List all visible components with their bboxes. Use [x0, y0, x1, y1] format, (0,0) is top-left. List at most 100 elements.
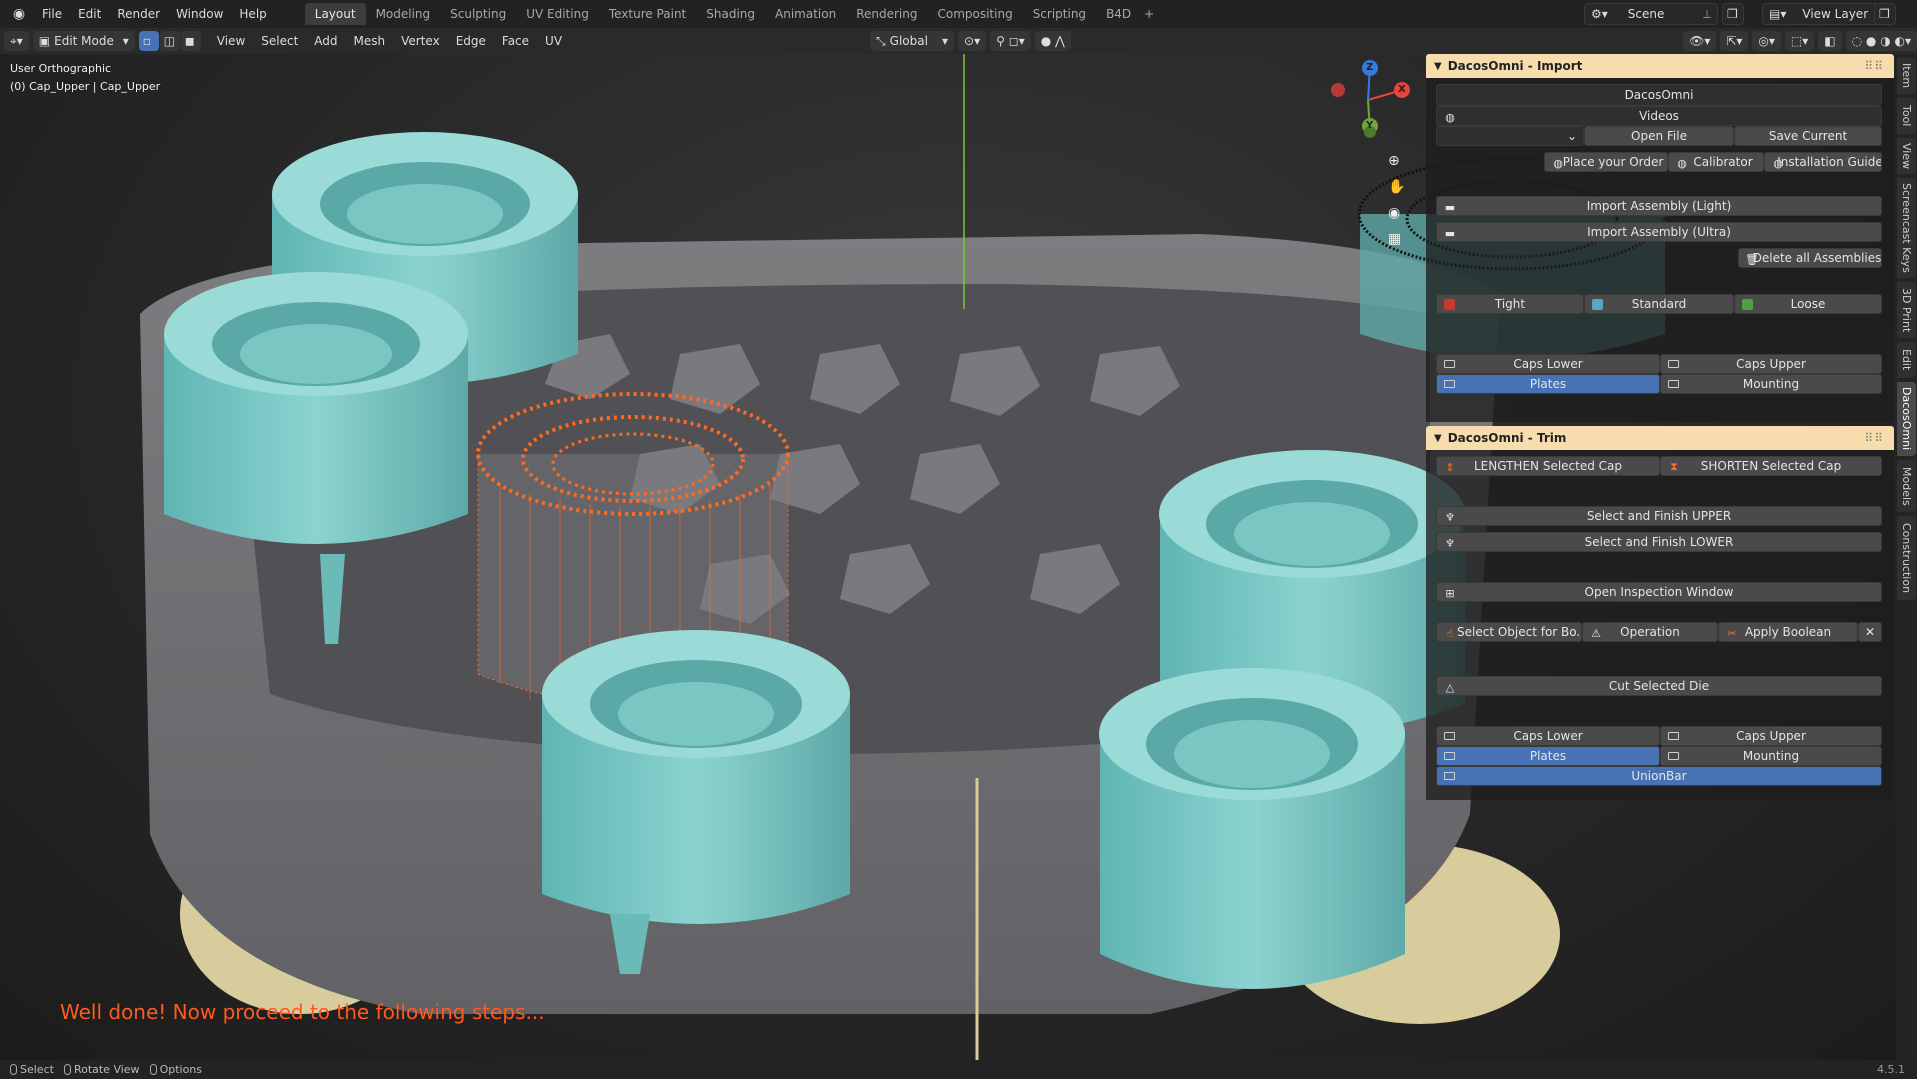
import-light-button[interactable]: ▬ Import Assembly (Light) — [1436, 196, 1882, 216]
face-select-icon[interactable]: ◼ — [180, 31, 201, 51]
add-workspace-icon[interactable]: + — [1141, 7, 1157, 21]
transform-orientation-selector[interactable]: ⤡ Global ▾ — [870, 31, 955, 51]
zoom-icon[interactable]: ⊕ — [1388, 148, 1405, 174]
select-object-boolean[interactable]: ☝ Select Object for Bo... — [1436, 622, 1582, 642]
pin-icon[interactable]: ⟂ — [1703, 7, 1711, 22]
tab-modeling[interactable]: Modeling — [366, 3, 441, 25]
scene-selector[interactable]: ⚙▾ Scene ⟂ — [1584, 3, 1718, 25]
menu-help[interactable]: Help — [231, 0, 274, 28]
tab-tool[interactable]: Tool — [1897, 98, 1916, 134]
menu-view[interactable]: View — [209, 34, 253, 48]
mesh-overlay-icon[interactable]: ⬚▾ — [1784, 31, 1815, 51]
tab-item[interactable]: Item — [1897, 58, 1916, 94]
menu-file[interactable]: File — [34, 0, 70, 28]
cut-die-button[interactable]: △ Cut Selected Die — [1436, 676, 1882, 696]
tab-3d-print[interactable]: 3D Print — [1897, 282, 1916, 338]
tab-view[interactable]: View — [1897, 138, 1916, 174]
inspection-window-button[interactable]: ⊞ Open Inspection Window — [1436, 582, 1882, 602]
shading-modes-icon[interactable]: ◌ ● ◑ ◐▾ — [1845, 31, 1917, 51]
tab-b4d[interactable]: B4D — [1096, 3, 1141, 25]
import-panel-header[interactable]: ▼ DacosOmni - Import ⠿⠿ — [1426, 54, 1894, 78]
tab-edit[interactable]: Edit — [1897, 342, 1916, 378]
dacosomni-button[interactable]: DacosOmni — [1436, 84, 1882, 106]
view-layer-selector[interactable]: ▤▾ View Layer — [1762, 3, 1888, 25]
lengthen-cap-button[interactable]: ⇕ LENGTHEN Selected Cap — [1436, 456, 1660, 476]
tab-construction[interactable]: Construction — [1897, 516, 1916, 600]
tab-sculpting[interactable]: Sculpting — [440, 3, 516, 25]
snap-icon[interactable]: ⚲ ◻▾ — [990, 31, 1031, 51]
tab-rendering[interactable]: Rendering — [846, 3, 927, 25]
import-ultra-button[interactable]: ▬ Import Assembly (Ultra) — [1436, 222, 1882, 242]
installation-guide-button[interactable]: ◍ Installation Guide — [1764, 152, 1882, 172]
fit-loose-button[interactable]: Loose — [1734, 294, 1882, 314]
mode-selector[interactable]: ▣ Edit Mode ▾ — [32, 31, 135, 51]
tab-compositing[interactable]: Compositing — [927, 3, 1022, 25]
new-view-layer-icon[interactable]: ❐ — [1874, 3, 1896, 25]
editor-type-icon[interactable]: ⌖▾ — [4, 31, 29, 51]
vertex-select-icon[interactable]: ▫ — [138, 31, 159, 51]
toggle-mounting[interactable]: Mounting — [1660, 374, 1882, 394]
camera-icon[interactable]: ◉ — [1388, 200, 1405, 226]
menu-select[interactable]: Select — [253, 34, 306, 48]
fit-tight-button[interactable]: Tight — [1436, 294, 1584, 314]
tab-scripting[interactable]: Scripting — [1023, 3, 1096, 25]
menu-face[interactable]: Face — [494, 34, 537, 48]
menu-window[interactable]: Window — [168, 0, 231, 28]
visibility-icon[interactable]: 👁▾ — [1683, 31, 1717, 51]
tab-dacosomni[interactable]: DacosOmni — [1897, 382, 1916, 456]
toggle-caps-lower[interactable]: Caps Lower — [1436, 354, 1660, 374]
menu-edit[interactable]: Edit — [70, 0, 109, 28]
finish-lower-button[interactable]: ♆ Select and Finish LOWER — [1436, 532, 1882, 552]
tab-layout[interactable]: Layout — [304, 3, 366, 25]
shorten-cap-button[interactable]: ⧗ SHORTEN Selected Cap — [1660, 456, 1882, 476]
pivot-icon[interactable]: ⊙▾ — [958, 31, 987, 51]
navigation-gizmo[interactable]: X Z Y — [1330, 60, 1410, 140]
menu-render[interactable]: Render — [109, 0, 168, 28]
open-file-button[interactable]: Open File — [1584, 126, 1734, 146]
grid-icon[interactable]: ▦ — [1388, 226, 1405, 252]
calibrator-button[interactable]: ◍ Calibrator — [1668, 152, 1764, 172]
hand-icon[interactable]: ✋ — [1388, 174, 1405, 200]
menu-vertex[interactable]: Vertex — [393, 34, 448, 48]
delete-all-button[interactable]: 🗑 Delete all Assemblies — [1738, 248, 1882, 268]
blender-logo-icon[interactable]: ◉ — [10, 5, 28, 23]
proportional-edit-icon[interactable]: ● ⋀ — [1034, 31, 1071, 51]
xray-icon[interactable]: ◧ — [1818, 31, 1842, 51]
drag-grip-icon[interactable]: ⠿⠿ — [1864, 431, 1884, 445]
menu-add[interactable]: Add — [306, 34, 345, 48]
fit-standard-button[interactable]: Standard — [1584, 294, 1734, 314]
trim-toggle-mounting[interactable]: Mounting — [1660, 746, 1882, 766]
tab-texture-paint[interactable]: Texture Paint — [599, 3, 696, 25]
toggle-plates[interactable]: Plates — [1436, 374, 1660, 394]
menu-edge[interactable]: Edge — [448, 34, 494, 48]
file-dropdown[interactable]: ⌄ — [1436, 126, 1584, 146]
gizmo-toggle-icon[interactable]: ⇱▾ — [1720, 31, 1749, 51]
trim-toggle-caps-lower[interactable]: Caps Lower — [1436, 726, 1660, 746]
videos-button[interactable]: ◍ Videos — [1436, 106, 1882, 126]
menu-uv[interactable]: UV — [537, 34, 570, 48]
edit-mode-icon: ▣ — [38, 34, 51, 48]
import-light-label: Import Assembly (Light) — [1586, 199, 1732, 213]
save-current-button[interactable]: Save Current — [1734, 126, 1882, 146]
monitor-icon — [1668, 732, 1679, 740]
overlay-toggle-icon[interactable]: ◎▾ — [1752, 31, 1781, 51]
trim-toggle-plates[interactable]: Plates — [1436, 746, 1660, 766]
place-order-button[interactable]: ◍ Place your Order — [1544, 152, 1668, 172]
trim-toggle-caps-upper[interactable]: Caps Upper — [1660, 726, 1882, 746]
clear-boolean-button[interactable]: ✕ — [1858, 622, 1882, 642]
operation-dropdown[interactable]: ⚠ Operation — [1582, 622, 1718, 642]
tab-screencast-keys[interactable]: Screencast Keys — [1897, 178, 1916, 278]
apply-boolean-button[interactable]: ✂ Apply Boolean — [1718, 622, 1858, 642]
tab-shading[interactable]: Shading — [696, 3, 765, 25]
toggle-caps-upper[interactable]: Caps Upper — [1660, 354, 1882, 374]
trim-toggle-unionbar[interactable]: UnionBar — [1436, 766, 1882, 786]
edge-select-icon[interactable]: ◫ — [159, 31, 180, 51]
menu-mesh[interactable]: Mesh — [346, 34, 394, 48]
finish-upper-button[interactable]: ♆ Select and Finish UPPER — [1436, 506, 1882, 526]
tab-uv-editing[interactable]: UV Editing — [516, 3, 599, 25]
new-scene-icon[interactable]: ❐ — [1722, 3, 1744, 25]
tab-animation[interactable]: Animation — [765, 3, 846, 25]
drag-grip-icon[interactable]: ⠿⠿ — [1864, 59, 1884, 73]
trim-panel-header[interactable]: ▼ DacosOmni - Trim ⠿⠿ — [1426, 426, 1894, 450]
tab-models[interactable]: Models — [1897, 460, 1916, 512]
